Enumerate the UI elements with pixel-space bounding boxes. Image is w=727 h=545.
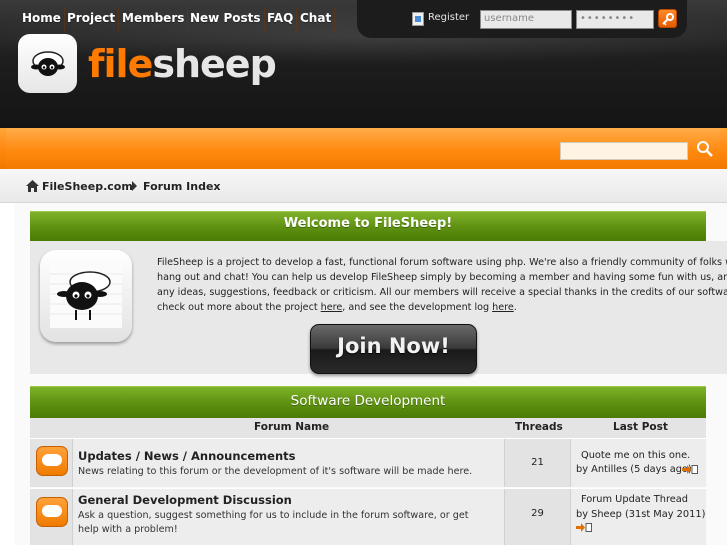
register-icon[interactable] bbox=[412, 12, 424, 26]
breadcrumb-home[interactable]: FileSheep.com bbox=[42, 180, 133, 193]
threads-count: 21 bbox=[531, 457, 544, 468]
col-forum-name: Forum Name bbox=[254, 421, 330, 433]
nav-new-posts[interactable]: New Posts bbox=[190, 7, 265, 31]
login-button[interactable] bbox=[658, 9, 677, 28]
register-link[interactable]: Register bbox=[428, 12, 469, 23]
nav-project[interactable]: Project bbox=[67, 7, 120, 31]
username-input[interactable]: username bbox=[480, 10, 572, 29]
last-post-author[interactable]: by Antilles (5 days ago) bbox=[576, 464, 692, 475]
threads-count: 29 bbox=[531, 508, 544, 519]
project-link[interactable]: here bbox=[321, 302, 343, 313]
welcome-line-3: any ideas, suggestions, feedback or crit… bbox=[157, 287, 727, 298]
go-to-post-icon[interactable] bbox=[576, 523, 592, 532]
breadcrumb-current[interactable]: Forum Index bbox=[143, 180, 221, 193]
nav-faq[interactable]: FAQ bbox=[267, 7, 298, 31]
last-post-title[interactable]: Forum Update Thread bbox=[581, 494, 688, 505]
nav-home[interactable]: Home bbox=[22, 7, 65, 31]
key-icon bbox=[662, 13, 674, 26]
welcome-line-2: hang out and chat! You can help us devel… bbox=[157, 272, 727, 283]
search-icon[interactable] bbox=[696, 140, 714, 158]
forum-title[interactable]: Updates / News / Announcements bbox=[78, 449, 296, 463]
welcome-line-1: FileSheep is a project to develop a fast… bbox=[157, 257, 727, 268]
dev-log-link[interactable]: here bbox=[492, 302, 514, 313]
sheep-logo-icon bbox=[40, 250, 132, 342]
welcome-title: Welcome to FileSheep! bbox=[283, 216, 453, 231]
forum-description: News relating to this forum or the devel… bbox=[78, 466, 473, 477]
logo-sheep-icon[interactable] bbox=[18, 34, 77, 93]
nav-chat[interactable]: Chat bbox=[300, 7, 336, 31]
forum-description: Ask a question, suggest something for us… bbox=[78, 510, 469, 535]
column-header-row bbox=[30, 418, 706, 438]
welcome-line-4c: . bbox=[513, 302, 517, 313]
join-now-label[interactable]: Join Now! bbox=[310, 334, 477, 358]
logo-text-part1: file bbox=[88, 42, 153, 86]
section-title[interactable]: Software Development bbox=[30, 393, 706, 409]
forum-chat-icon bbox=[36, 497, 68, 527]
col-last-post: Last Post bbox=[613, 421, 668, 433]
go-to-post-icon[interactable] bbox=[682, 465, 698, 474]
last-post-author[interactable]: by Sheep (31st May 2011) bbox=[576, 509, 705, 520]
password-input[interactable]: •••••••• bbox=[576, 10, 654, 29]
logo-text-part2: sheep bbox=[152, 42, 276, 86]
search-input[interactable] bbox=[560, 142, 688, 160]
welcome-line-4: check out more about the project here, a… bbox=[157, 300, 727, 315]
welcome-line-4b: , and see the development log bbox=[342, 302, 493, 313]
nav-members[interactable]: Members bbox=[122, 7, 189, 31]
forum-title[interactable]: General Development Discussion bbox=[78, 493, 292, 507]
forum-chat-icon bbox=[36, 446, 68, 476]
welcome-text: FileSheep is a project to develop a fast… bbox=[157, 255, 727, 315]
breadcrumb-separator-icon bbox=[132, 181, 137, 191]
logo-wordmark[interactable]: filesheep bbox=[88, 40, 277, 88]
home-icon[interactable] bbox=[26, 180, 39, 192]
welcome-line-4a: check out more about the project bbox=[157, 302, 321, 313]
col-threads: Threads bbox=[515, 421, 563, 433]
last-post-title[interactable]: Quote me on this one. bbox=[581, 450, 690, 461]
